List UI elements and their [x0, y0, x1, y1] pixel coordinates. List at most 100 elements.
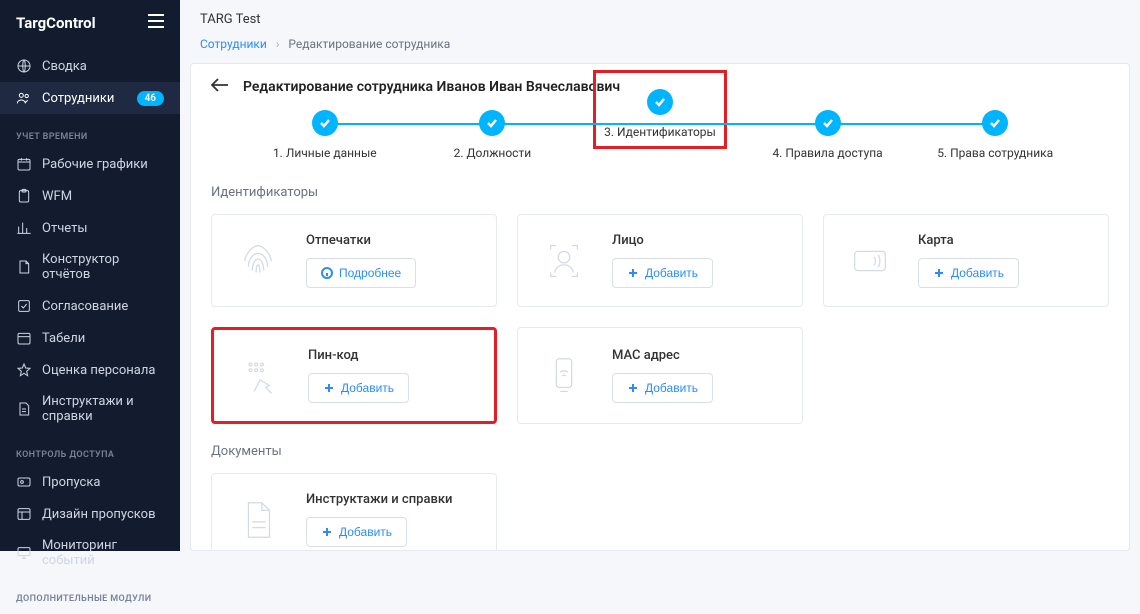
star-icon [16, 362, 32, 378]
section-title-identifiers: Идентификаторы [211, 185, 1109, 200]
pin-icon [234, 350, 286, 402]
documents-section: Документы Инструктажи и справки Добавить [211, 444, 1109, 551]
card-card: Карта Добавить [823, 214, 1109, 307]
nav-item-schedules[interactable]: Рабочие графики [0, 148, 180, 180]
identifier-row-2: Пин-код Добавить MAC адрес Добавить [211, 327, 1109, 424]
identifier-row-1: Отпечатки Подробнее Лицо Добавить Карта [211, 214, 1109, 307]
nav-item-reports[interactable]: Отчеты [0, 212, 180, 244]
nav-item-employees[interactable]: Сотрудники 46 [0, 82, 180, 114]
nav-item-pass-design[interactable]: Дизайн пропусков [0, 498, 180, 530]
card-face: Лицо Добавить [517, 214, 803, 307]
nav-item-evaluation[interactable]: Оценка персонала [0, 354, 180, 386]
nav-item-passes[interactable]: Пропуска [0, 466, 180, 498]
chevron-right-icon: › [276, 37, 280, 51]
section-title-documents: Документы [211, 444, 1109, 459]
check-icon [815, 110, 841, 136]
step-1[interactable]: 1. Личные данные [241, 110, 409, 161]
nav-item-briefings[interactable]: Инструктажи и справки [0, 386, 180, 432]
add-button[interactable]: Добавить [306, 517, 407, 547]
back-arrow-icon[interactable] [211, 78, 229, 96]
step-label: 2. Должности [454, 146, 532, 160]
main: TARG Test Сотрудники › Редактирование со… [180, 0, 1140, 551]
nav-section-modules: ДОПОЛНИТЕЛЬНЫЕ МОДУЛИ [0, 580, 180, 614]
file2-icon [16, 401, 32, 417]
sidebar-header: TargControl [0, 0, 180, 46]
menu-toggle-icon[interactable] [148, 14, 164, 32]
add-button[interactable]: Добавить [612, 373, 713, 403]
nav-label: Мониторинг событий [42, 538, 164, 568]
check-square-icon [16, 298, 32, 314]
nav-item-summary[interactable]: Сводка [0, 50, 180, 82]
check-icon [312, 110, 338, 136]
nav-section-time: УЧЕТ ВРЕМЕНИ Рабочие графики WFM Отчеты … [0, 118, 180, 436]
nav-label: Инструктажи и справки [42, 394, 164, 424]
add-button[interactable]: Добавить [612, 258, 713, 288]
calendar-icon [16, 156, 32, 172]
face-icon [538, 235, 590, 287]
breadcrumb-link[interactable]: Сотрудники [200, 37, 267, 51]
check-icon [647, 89, 673, 115]
topbar-title: TARG Test [180, 0, 1140, 37]
nav-label: Рабочие графики [42, 157, 148, 172]
nav-label: Сотрудники [42, 91, 114, 106]
card-fingerprints: Отпечатки Подробнее [211, 214, 497, 307]
card-mac: MAC адрес Добавить [517, 327, 803, 424]
step-4[interactable]: 4. Правила доступа [744, 110, 912, 161]
fingerprint-icon [232, 235, 284, 287]
nav-heading: УЧЕТ ВРЕМЕНИ [0, 122, 180, 148]
globe-icon [16, 58, 32, 74]
id-card-icon [16, 474, 32, 490]
step-3[interactable]: 3. Идентификаторы [576, 110, 744, 149]
nav-top: Сводка Сотрудники 46 [0, 46, 180, 118]
card-pin: Пин-код Добавить [211, 327, 497, 424]
nav-item-approval[interactable]: Согласование [0, 290, 180, 322]
card-title: Инструктажи и справки [306, 492, 452, 507]
card-icon [844, 235, 896, 287]
card-title: Карта [918, 233, 954, 248]
nav-heading: ДОПОЛНИТЕЛЬНЫЕ МОДУЛИ [0, 584, 180, 610]
step-label: 3. Идентификаторы [604, 125, 716, 139]
step-label: 5. Права сотрудника [937, 146, 1053, 160]
bar-chart-icon [16, 220, 32, 236]
card-title: Отпечатки [306, 233, 371, 248]
users-icon [16, 90, 32, 106]
breadcrumb: Сотрудники › Редактирование сотрудника [180, 37, 1140, 63]
clipboard-icon [16, 188, 32, 204]
nav-label: Конструктор отчётов [42, 252, 164, 282]
layout-icon [16, 506, 32, 522]
monitor-icon [16, 545, 32, 561]
nav-label: Согласование [42, 299, 128, 314]
document-icon [232, 494, 284, 546]
card-briefings-doc: Инструктажи и справки Добавить [211, 473, 497, 551]
card-title: MAC адрес [612, 348, 680, 363]
nav-label: WFM [42, 189, 72, 204]
add-button[interactable]: Добавить [308, 373, 409, 403]
check-icon [479, 110, 505, 136]
breadcrumb-current: Редактирование сотрудника [288, 37, 450, 51]
step-5[interactable]: 5. Права сотрудника [911, 110, 1079, 161]
nav-label: Пропуска [42, 475, 100, 490]
sidebar: TargControl Сводка Сотрудники 46 УЧЕТ ВР… [0, 0, 180, 551]
calendar2-icon [16, 330, 32, 346]
app-logo: TargControl [16, 14, 96, 32]
card-title: Пин-код [308, 348, 358, 363]
file-icon [16, 259, 32, 275]
nav-item-monitoring[interactable]: Мониторинг событий [0, 530, 180, 576]
nav-label: Отчеты [42, 221, 87, 236]
card-title: Лицо [612, 233, 644, 248]
badge-count: 46 [137, 91, 164, 106]
add-button[interactable]: Добавить [918, 258, 1019, 288]
step-2[interactable]: 2. Должности [409, 110, 577, 161]
nav-item-report-builder[interactable]: Конструктор отчётов [0, 244, 180, 290]
nav-item-timesheets[interactable]: Табели [0, 322, 180, 354]
nav-item-wfm[interactable]: WFM [0, 180, 180, 212]
details-button[interactable]: Подробнее [306, 258, 416, 288]
nav-heading: КОНТРОЛЬ ДОСТУПА [0, 440, 180, 466]
step-label: 1. Личные данные [273, 146, 377, 160]
nav-section-access: КОНТРОЛЬ ДОСТУПА Пропуска Дизайн пропуск… [0, 436, 180, 580]
content-card: Редактирование сотрудника Иванов Иван Вя… [190, 63, 1130, 551]
page-title: Редактирование сотрудника Иванов Иван Вя… [243, 79, 620, 95]
nav-label: Оценка персонала [42, 363, 155, 378]
check-icon [982, 110, 1008, 136]
nav-label: Табели [42, 331, 85, 346]
